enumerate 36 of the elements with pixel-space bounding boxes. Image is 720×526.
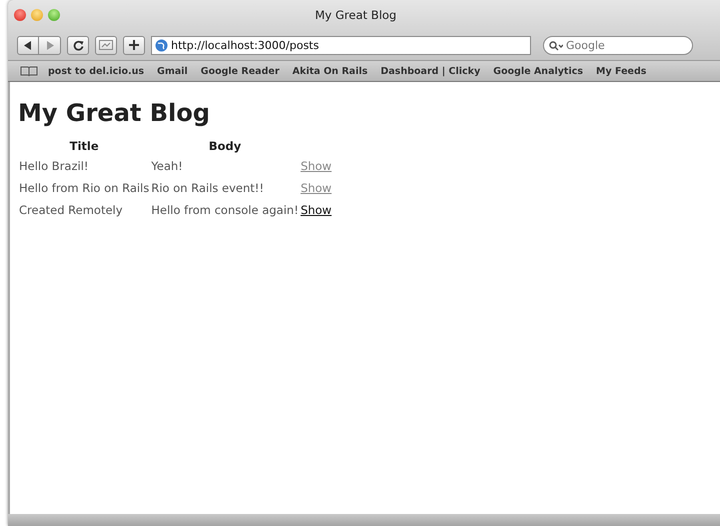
book-icon[interactable]: [20, 66, 38, 76]
show-link[interactable]: Show: [300, 181, 332, 195]
left-triangle-icon: [24, 40, 32, 50]
add-bookmark-button[interactable]: [123, 36, 145, 54]
back-button[interactable]: [17, 36, 39, 54]
bookmark-link[interactable]: Akita On Rails: [292, 66, 368, 76]
table-cell: Yeah!: [151, 159, 183, 173]
search-icon: [549, 40, 563, 50]
bookmark-link[interactable]: Dashboard | Clicky: [380, 66, 480, 76]
bookmark-link[interactable]: post to del.icio.us: [48, 66, 144, 76]
search-field[interactable]: Google: [543, 36, 693, 54]
column-header: Title: [70, 139, 99, 153]
table-cell: Created Remotely: [19, 203, 123, 217]
chart-icon: [99, 40, 113, 50]
reload-icon: [72, 40, 84, 50]
zoom-button[interactable]: [48, 9, 60, 21]
table-cell: Hello from Rio on Rails: [19, 181, 150, 195]
bookmark-link[interactable]: My Feeds: [596, 66, 646, 76]
right-triangle-icon: [46, 40, 54, 50]
snapback-button[interactable]: [95, 36, 117, 54]
address-field[interactable]: http://localhost:3000/posts: [151, 36, 531, 54]
table-cell: Hello from console again!: [151, 203, 299, 217]
bookmark-link[interactable]: Gmail: [157, 66, 188, 76]
bookmark-link[interactable]: Google Reader: [200, 66, 280, 76]
show-link[interactable]: Show: [300, 203, 332, 217]
table-cell: Hello Brazil!: [19, 159, 89, 173]
reload-button[interactable]: [67, 36, 89, 54]
plus-icon: [129, 40, 139, 50]
bookmark-link[interactable]: Google Analytics: [493, 66, 584, 76]
page-heading: My Great Blog: [18, 99, 211, 127]
column-header: Body: [208, 139, 242, 153]
window-title: My Great Blog: [315, 8, 396, 22]
show-link[interactable]: Show: [300, 159, 332, 173]
globe-icon: [155, 38, 168, 52]
table-cell: Rio on Rails event!!: [151, 181, 264, 195]
close-button[interactable]: [14, 9, 26, 21]
